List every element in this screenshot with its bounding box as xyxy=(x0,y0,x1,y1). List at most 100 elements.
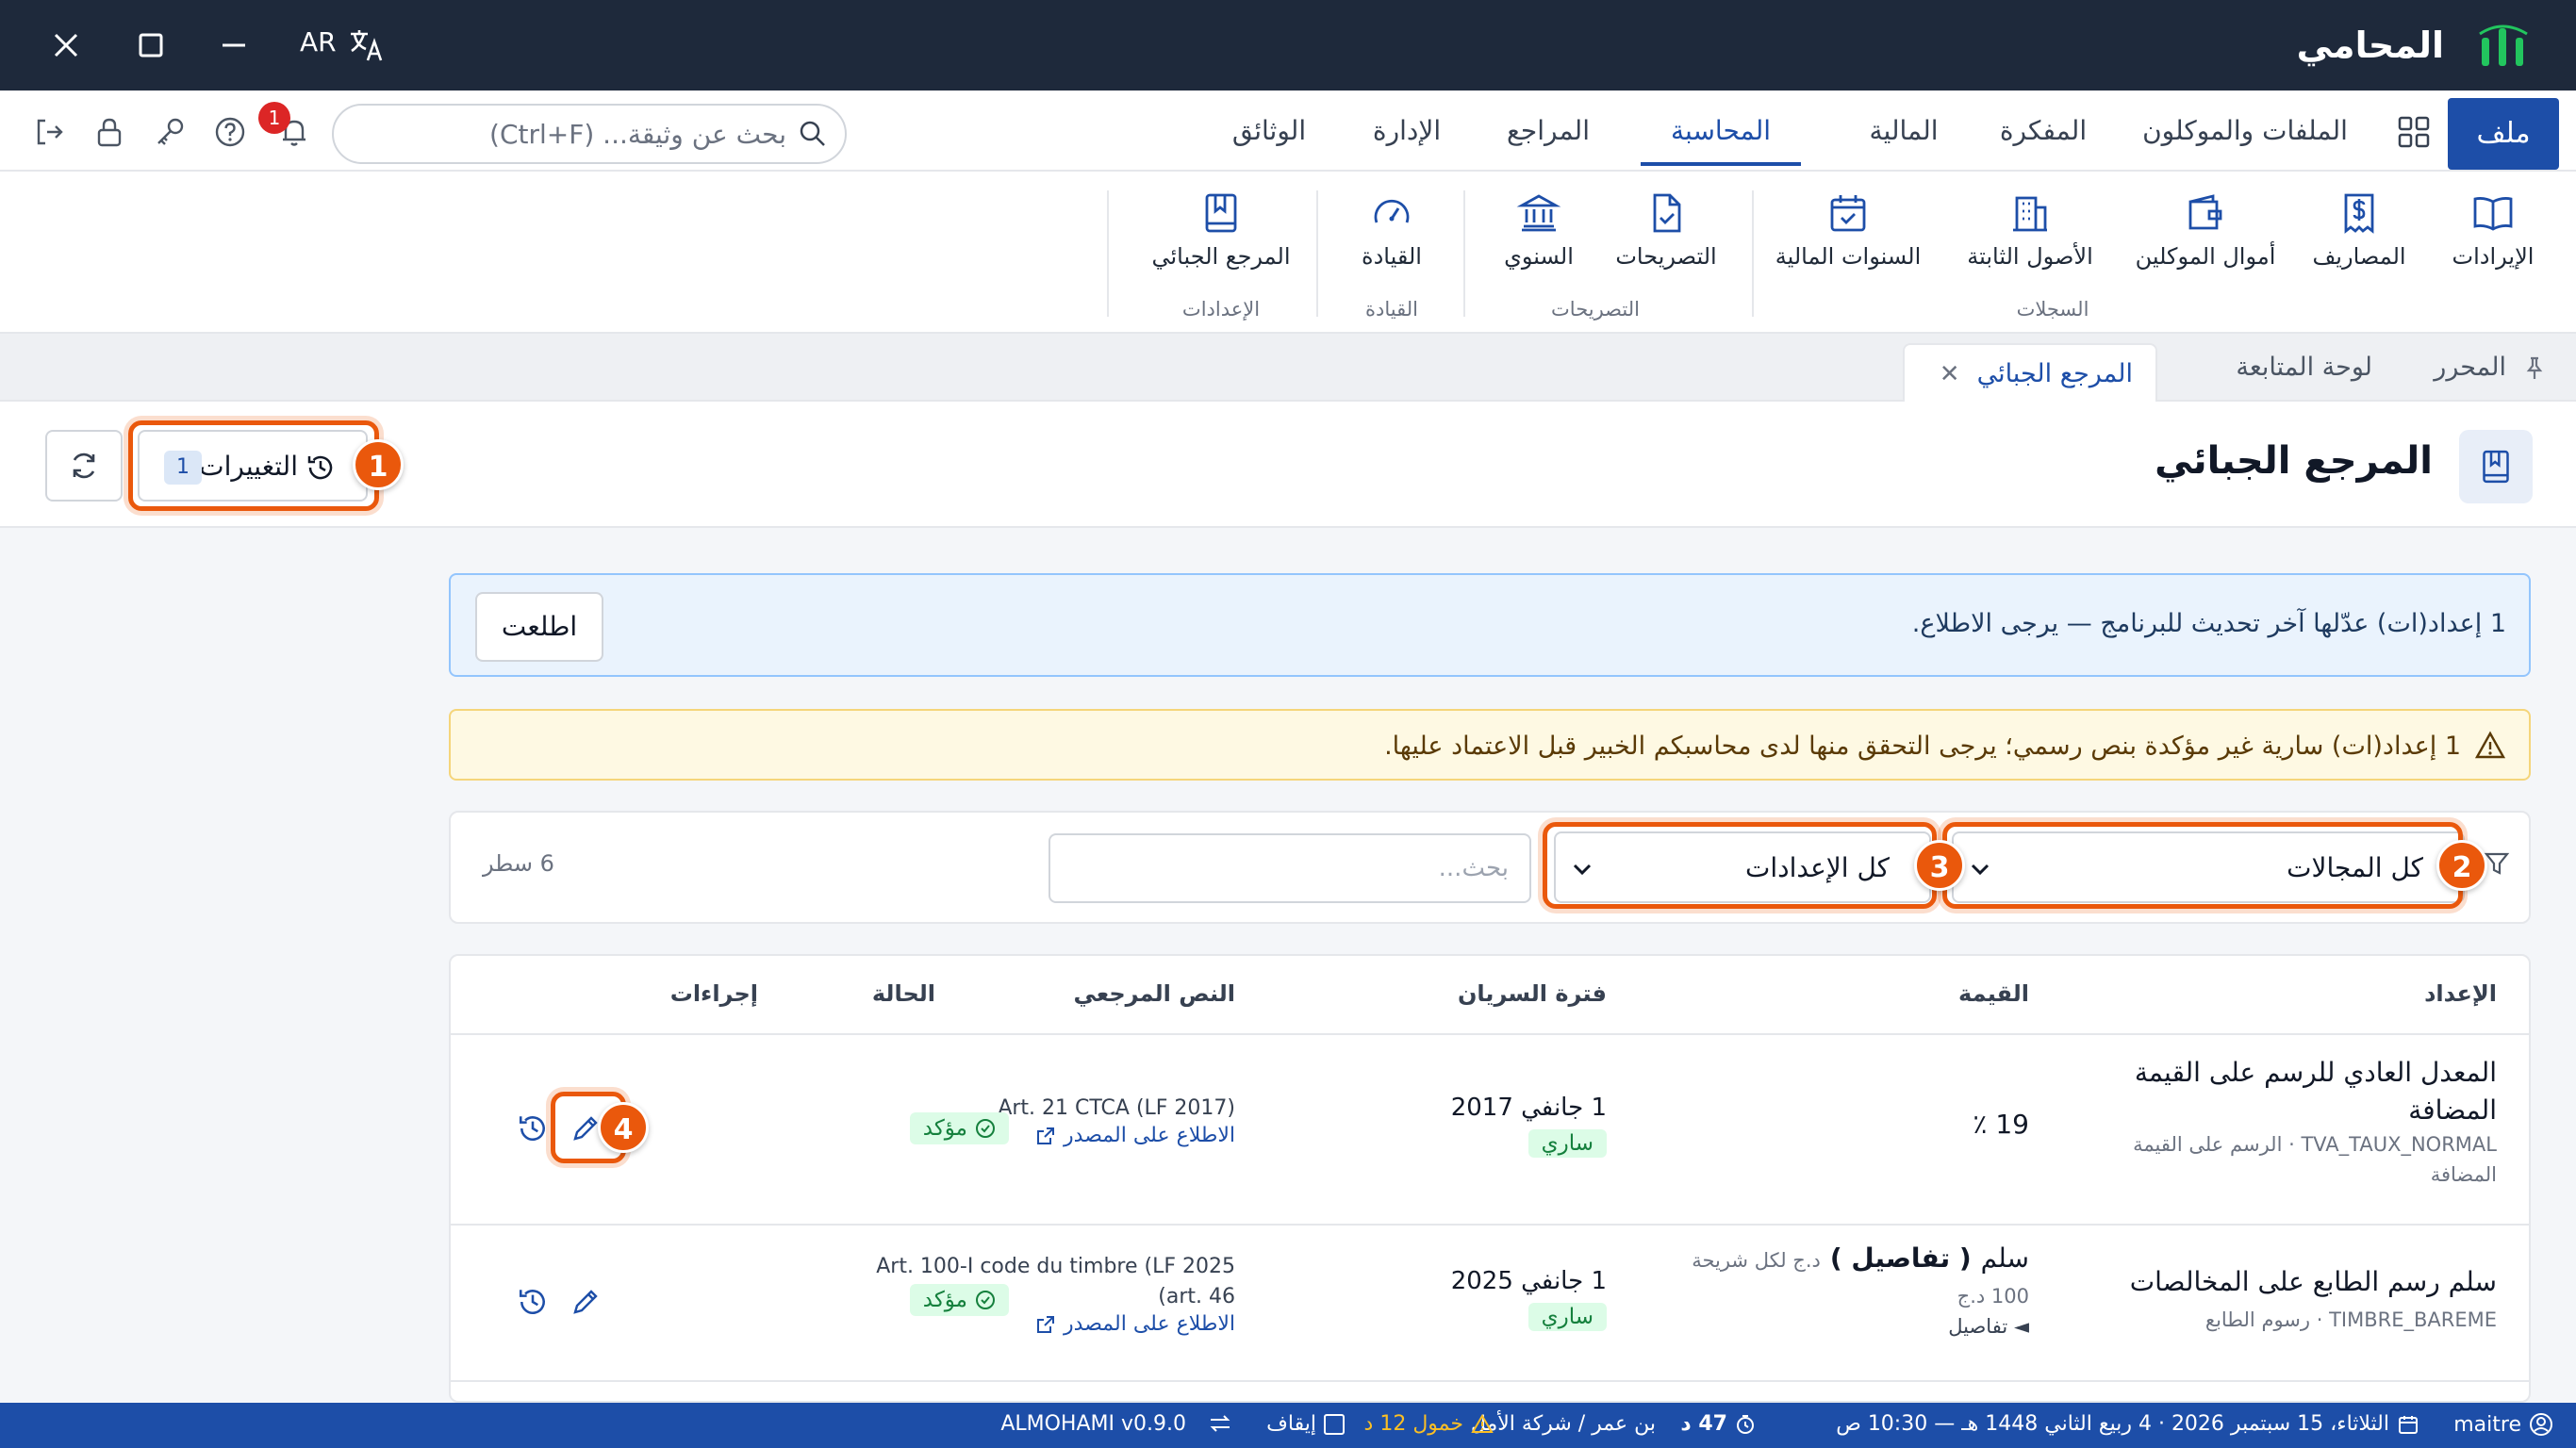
history-icon[interactable] xyxy=(517,1112,549,1144)
tab-editor[interactable]: المحرر xyxy=(2434,334,2506,402)
table-search-placeholder: بحث... xyxy=(1438,854,1509,882)
filter-bar: كل المجالات كل الإعدادات بحث... 6 سطر xyxy=(449,811,2531,924)
tab-references[interactable]: المراجع xyxy=(1492,96,1605,166)
ribbon-tax-reference-button[interactable]: المرجع الجبائي xyxy=(1150,190,1292,270)
ribbon-fixed-assets-button[interactable]: الأصول الثابتة xyxy=(1950,190,2110,270)
apps-grid-icon[interactable] xyxy=(2395,113,2433,151)
app-logo-icon xyxy=(2476,21,2531,70)
warning-triangle-icon xyxy=(2474,730,2506,762)
view-source-link[interactable]: الاطلاع على المصدر xyxy=(998,1124,1235,1147)
setting-code: TIMBRE_BAREME · رسوم الطابع xyxy=(2204,1308,2497,1331)
refresh-button[interactable] xyxy=(45,430,123,502)
pause-checkbox[interactable] xyxy=(1324,1413,1345,1435)
ribbon-separator xyxy=(1316,190,1318,317)
tab-finance[interactable]: المالية xyxy=(1852,96,1956,166)
minimize-icon xyxy=(223,43,245,47)
language-label[interactable]: AR xyxy=(300,26,337,58)
ribbon-annual-button[interactable]: السنوي xyxy=(1492,190,1586,270)
row-divider xyxy=(451,1224,2529,1226)
tab-accounting[interactable]: المحاسبة xyxy=(1641,96,1801,166)
translate-icon[interactable] xyxy=(347,26,385,64)
acknowledge-button[interactable]: اطلعت xyxy=(475,592,603,662)
tab-agenda[interactable]: المفكرة xyxy=(1982,96,2105,166)
validity-badge: ساري xyxy=(1527,1129,1607,1158)
title-bar: المحامي AR xyxy=(0,0,2576,90)
tab-documents[interactable]: الوثائق xyxy=(1203,96,1335,166)
edit-pencil-icon[interactable] xyxy=(570,1112,602,1144)
reference-text: Art. 21 CTCA (LF 2017) الاطلاع على المصد… xyxy=(998,1096,1235,1147)
ribbon-separator xyxy=(1752,190,1754,317)
column-header-period: فترة السريان xyxy=(1457,980,1607,1007)
document-search-input[interactable]: بحث عن وثيقة... (Ctrl+F) xyxy=(332,104,847,164)
status-badge: مؤكد xyxy=(909,1284,1009,1316)
minimize-window-button[interactable] xyxy=(206,17,262,74)
calendar-icon xyxy=(2399,1415,2418,1434)
close-window-button[interactable] xyxy=(38,17,94,74)
status-client: بن عمر / شركة الأمل xyxy=(1470,1412,1656,1436)
tab-administration[interactable]: الإدارة xyxy=(1350,96,1463,166)
pin-icon[interactable] xyxy=(2521,354,2548,381)
setting-value: 19 ٪ xyxy=(1973,1109,2029,1140)
external-link-icon xyxy=(1037,1127,1055,1144)
ribbon-toolbar: الإيرادات المصاريف أموال الموكلين الأصول… xyxy=(0,172,2576,334)
tab-dashboard[interactable]: لوحة المتابعة xyxy=(2236,334,2372,402)
tab-tax-reference[interactable]: المرجع الجبائي ✕ xyxy=(1903,343,2157,402)
search-icon xyxy=(798,119,828,149)
update-info-banner: 1 إعداد(ات) عدّلها آخر تحديث للبرنامج — … xyxy=(449,573,2531,677)
ribbon-group-settings: الإعدادات xyxy=(1181,298,1261,321)
maximize-window-button[interactable] xyxy=(123,17,179,74)
status-idle: خمول 12 د xyxy=(1364,1412,1494,1436)
column-header-reference: النص المرجعي xyxy=(1073,980,1235,1007)
annotation-badge: 4 xyxy=(598,1102,649,1153)
building-icon xyxy=(2007,190,2053,236)
warning-icon xyxy=(1471,1413,1494,1433)
annotation-badge: 1 xyxy=(353,439,404,490)
tab-files-clients[interactable]: الملفات والموكلون xyxy=(2127,96,2363,166)
menu-bar: ملف الملفات والموكلون المفكرة المالية ال… xyxy=(0,90,2576,172)
ribbon-revenues-button[interactable]: الإيرادات xyxy=(2438,190,2548,270)
sync-icon[interactable] xyxy=(1207,1412,1233,1435)
ribbon-dashboard-button[interactable]: القيادة xyxy=(1345,190,1439,270)
key-icon[interactable] xyxy=(153,115,187,149)
file-menu-button[interactable]: ملف xyxy=(2448,98,2559,170)
calendar-check-icon xyxy=(1825,190,1871,236)
update-info-text: 1 إعداد(ات) عدّلها آخر تحديث للبرنامج — … xyxy=(1911,609,2506,638)
status-user[interactable]: maitre xyxy=(2453,1412,2553,1437)
filter-icon xyxy=(2484,850,2510,877)
annotation-badge: 3 xyxy=(1914,840,1965,891)
lock-icon[interactable] xyxy=(92,115,126,149)
help-icon[interactable] xyxy=(213,115,247,149)
logout-icon[interactable] xyxy=(32,115,66,149)
close-tab-icon[interactable]: ✕ xyxy=(1940,360,1960,388)
external-link-icon xyxy=(1037,1315,1055,1333)
column-header-actions: إجراءات xyxy=(669,980,758,1007)
page-title: المرجع الجبائي xyxy=(2155,439,2433,483)
book-open-icon xyxy=(2470,190,2516,236)
details-toggle[interactable]: ◄ تفاصيل xyxy=(1692,1311,2029,1341)
setting-value: سلم ( تفاصيل ) د.ج لكل شريحة 100 د.ج ◄ ت… xyxy=(1692,1242,2029,1341)
tab-tax-reference-label: المرجع الجبائي xyxy=(1976,359,2133,388)
history-icon[interactable] xyxy=(517,1286,549,1318)
ribbon-group-declarations: التصريحات xyxy=(1551,298,1640,321)
warning-text: 1 إعداد(ات) سارية غير مؤكدة بنص رسمي؛ ير… xyxy=(1384,732,2461,761)
ribbon-expenses-button[interactable]: المصاريف xyxy=(2304,190,2414,270)
changes-history-button[interactable]: التغييرات 1 xyxy=(138,430,368,502)
status-bar: maitre الثلاثاء، 15 سبتمبر 2026 · 4 ربيع… xyxy=(0,1403,2576,1448)
ribbon-client-funds-button[interactable]: أموال الموكلين xyxy=(2123,190,2287,270)
pause-toggle[interactable]: إيقاف xyxy=(1266,1412,1345,1436)
receipt-dollar-icon xyxy=(2337,190,2382,236)
edit-pencil-icon[interactable] xyxy=(570,1286,602,1318)
table-search-input[interactable]: بحث... xyxy=(1049,833,1531,903)
ribbon-separator xyxy=(1463,190,1465,317)
check-circle-icon xyxy=(976,1119,995,1138)
ribbon-fiscal-years-button[interactable]: السنوات المالية xyxy=(1761,190,1935,270)
ribbon-declarations-button[interactable]: التصريحات xyxy=(1605,190,1727,270)
timer-icon xyxy=(1737,1414,1754,1434)
document-tabs: المحرر لوحة المتابعة المرجع الجبائي ✕ xyxy=(0,334,2576,402)
user-circle-icon xyxy=(2530,1413,2552,1436)
search-placeholder: بحث عن وثيقة... (Ctrl+F) xyxy=(489,119,786,150)
domain-select[interactable]: كل المجالات xyxy=(1952,831,2465,903)
ribbon-separator xyxy=(1107,190,1109,317)
setting-name: المعدل العادي للرسم على القيمة المضافة xyxy=(2134,1057,2497,1126)
setting-select[interactable]: كل الإعدادات xyxy=(1554,831,1931,903)
